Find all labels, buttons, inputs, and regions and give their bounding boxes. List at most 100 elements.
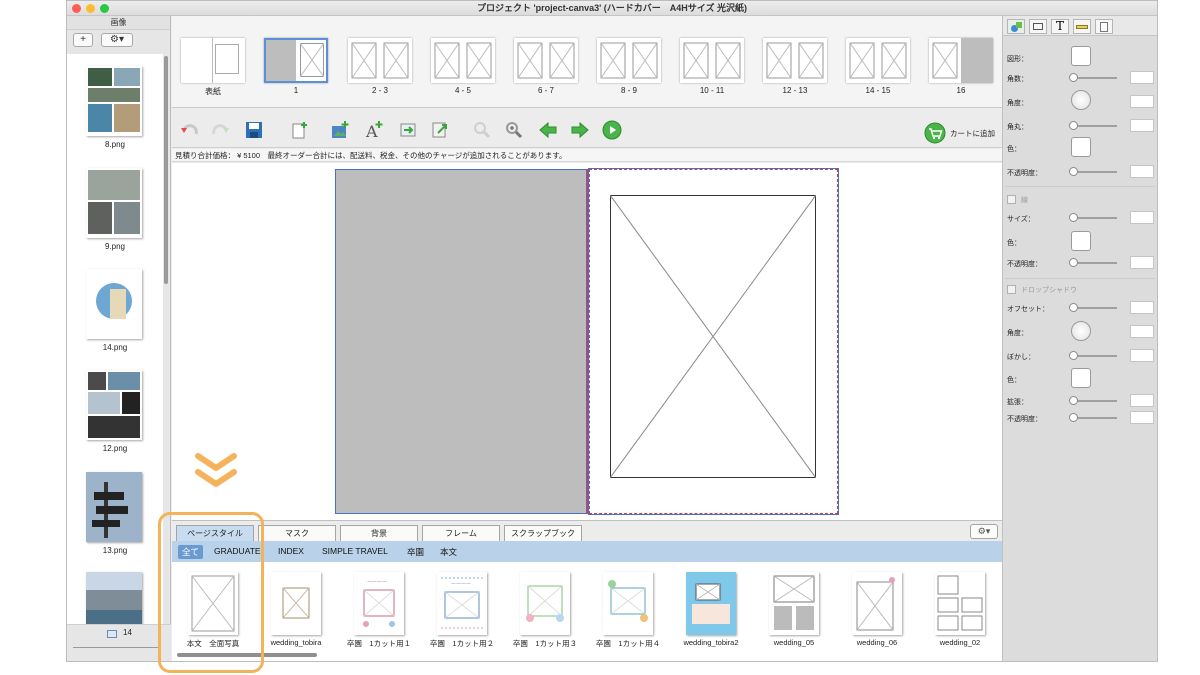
add-image-frame-icon[interactable] [330, 120, 350, 140]
expand-slider[interactable] [1069, 396, 1117, 405]
style-thumb-wedding-05[interactable] [769, 572, 819, 635]
style-thumb-wedding-tobira2[interactable] [686, 572, 736, 635]
sidebar-gear-button[interactable]: ⚙▾ [101, 33, 133, 47]
page-thumb-6-7[interactable] [514, 38, 578, 83]
sidebar-scrollbar[interactable] [164, 56, 168, 284]
add-to-cart-button[interactable]: カートに追加 [950, 128, 995, 139]
corners-slider[interactable] [1069, 73, 1117, 82]
shadow-color-swatch[interactable] [1071, 368, 1091, 388]
filter-index[interactable]: INDEX [278, 546, 304, 556]
page-thumb-12-13[interactable] [763, 38, 827, 83]
style-thumb-wedding-tobira[interactable] [271, 572, 321, 635]
import-icon[interactable] [398, 120, 418, 140]
page-thumb-14-15[interactable] [846, 38, 910, 83]
image-label: 8.png [104, 140, 126, 149]
angle-field[interactable] [1130, 95, 1154, 108]
add-image-button[interactable]: + [73, 33, 93, 47]
minimize-window-button[interactable] [86, 4, 95, 13]
style-thumb-wedding-02[interactable] [935, 572, 985, 635]
shadow-angle-dial[interactable] [1071, 321, 1091, 341]
border-opacity-field[interactable] [1130, 256, 1154, 269]
border-checkbox[interactable] [1007, 195, 1016, 204]
shadow-checkbox[interactable] [1007, 285, 1016, 294]
tab-scrapbook[interactable]: スクラップブック [504, 525, 582, 541]
tab-background[interactable]: 背景 [340, 525, 418, 541]
add-text-icon[interactable]: A [364, 120, 384, 140]
zoom-out-icon[interactable] [472, 120, 492, 140]
page-thumb-2-3[interactable] [348, 38, 412, 83]
border-opacity-slider[interactable] [1069, 258, 1117, 267]
style-thumb-sotsuen-1[interactable]: ーーーー [354, 572, 404, 635]
previous-page-icon[interactable] [538, 120, 558, 140]
shadow-opacity-slider[interactable] [1069, 413, 1117, 422]
zoom-window-button[interactable] [100, 4, 109, 13]
tab-mask[interactable]: マスク [258, 525, 336, 541]
filter-honbun[interactable]: 本文 [440, 546, 457, 558]
placeholder-icon [692, 583, 730, 624]
blur-slider[interactable] [1069, 351, 1117, 360]
border-color-swatch[interactable] [1071, 231, 1091, 251]
sidebar-tools: + ⚙▾ [67, 30, 170, 50]
opacity-field[interactable] [1130, 165, 1154, 178]
photo-placeholder-icon[interactable] [610, 195, 816, 478]
redo-icon[interactable] [210, 120, 230, 140]
text-tab-icon[interactable]: T [1051, 19, 1069, 34]
window-title: プロジェクト 'project-canva3' (ハードカバー A4Hサイズ 光… [476, 3, 748, 13]
editor-canvas[interactable] [172, 163, 1002, 520]
frame-tab-icon[interactable] [1029, 19, 1047, 34]
round-field[interactable] [1130, 119, 1154, 132]
undo-icon[interactable] [180, 120, 200, 140]
round-slider[interactable] [1069, 121, 1117, 130]
left-page-blank[interactable] [335, 169, 587, 514]
add-page-icon[interactable] [290, 120, 310, 140]
export-icon[interactable] [430, 120, 450, 140]
placeholder-icon [608, 580, 648, 622]
style-thumb-sotsuen-4[interactable] [603, 572, 653, 635]
size-slider[interactable] [1069, 213, 1117, 222]
zoom-in-icon[interactable] [504, 120, 524, 140]
offset-label: オフセット： [1007, 306, 1049, 313]
shadow-opacity-field[interactable] [1130, 411, 1154, 424]
offset-slider[interactable] [1069, 303, 1117, 312]
style-thumb-sotsuen-3[interactable] [520, 572, 570, 635]
zoom-slider[interactable] [73, 647, 161, 648]
fill-color-swatch[interactable] [1071, 137, 1091, 157]
shape-tab-icon[interactable] [1007, 19, 1025, 34]
page-thumb-1[interactable] [264, 38, 328, 83]
page-thumb-10-11[interactable] [680, 38, 744, 83]
page-thumb-8-9[interactable] [597, 38, 661, 83]
cart-icon[interactable] [924, 122, 946, 144]
shape-swatch[interactable] [1071, 46, 1091, 66]
expand-field[interactable] [1130, 394, 1154, 407]
save-icon[interactable] [244, 120, 264, 140]
gear-icon[interactable]: ⚙▾ [970, 524, 998, 539]
page-thumb-4-5[interactable] [431, 38, 495, 83]
page-style-list: 本文 全面写真 wedding_tobira ーーーー 卒園 1カット用１ ーー… [172, 562, 1002, 661]
page-thumb-16[interactable] [929, 38, 993, 83]
page-tab-icon[interactable] [1095, 19, 1113, 34]
spread-placeholder-icon [849, 42, 907, 79]
next-page-icon[interactable] [570, 120, 590, 140]
size-label: サイズ： [1007, 216, 1035, 223]
filter-sotsuen[interactable]: 卒園 [407, 546, 424, 558]
offset-field[interactable] [1130, 301, 1154, 314]
tab-frame[interactable]: フレーム [422, 525, 500, 541]
separator [1005, 278, 1155, 279]
filter-simple-travel[interactable]: SIMPLE TRAVEL [322, 546, 388, 556]
close-window-button[interactable] [72, 4, 81, 13]
opacity-slider[interactable] [1069, 167, 1117, 176]
image-thumb [86, 472, 142, 542]
style-thumb-sotsuen-2[interactable]: ーーーー [437, 572, 487, 635]
blur-field[interactable] [1130, 349, 1154, 362]
right-page[interactable] [588, 168, 839, 515]
size-field[interactable] [1130, 211, 1154, 224]
shadow-angle-field[interactable] [1130, 325, 1154, 338]
page-thumb-cover[interactable] [181, 38, 245, 83]
style-thumb-wedding-06[interactable] [852, 572, 902, 635]
angle-dial[interactable] [1071, 90, 1091, 110]
ruler-tab-icon[interactable] [1073, 19, 1091, 34]
color-label: 色： [1007, 146, 1021, 153]
preview-play-icon[interactable] [602, 120, 622, 140]
corners-field[interactable] [1130, 71, 1154, 84]
shadow-label: ドロップシャドウ [1021, 287, 1077, 294]
